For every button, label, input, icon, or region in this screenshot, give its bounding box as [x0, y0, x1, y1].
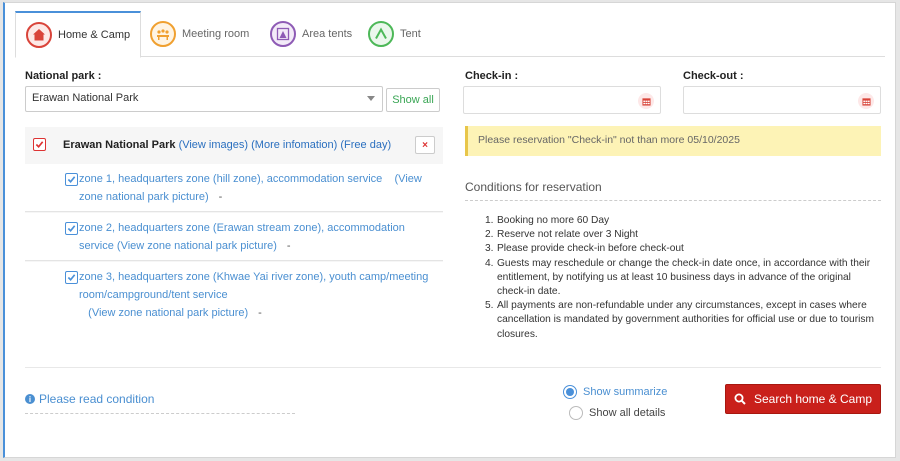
checkin-notice: Please reservation "Check-in" not than m…	[465, 126, 881, 156]
conditions-list: 1. Booking no more 60 Day 2. Reserve not r…	[485, 214, 881, 342]
condition-item: 5. All payments are non-refundable under …	[485, 300, 874, 340]
condition-item: 2. Reserve not relate over 3 Night	[485, 229, 638, 241]
park-list: Erawan National Park (View images) (More…	[25, 127, 443, 325]
zone-text: zone 2, headquarters zone (Erawan stream…	[63, 219, 431, 255]
zone-item: zone 1, headquarters zone (hill zone), a…	[25, 164, 443, 212]
zone-dash: -	[218, 191, 223, 203]
zone-item: zone 2, headquarters zone (Erawan stream…	[25, 213, 443, 261]
view-images-link[interactable]: (View images)	[179, 139, 249, 151]
radio-selected[interactable]	[563, 385, 577, 399]
tab-tent[interactable]: Tent	[358, 11, 431, 57]
home-icon	[26, 22, 52, 48]
search-button-label: Search home & Camp	[753, 392, 873, 406]
checkin-field[interactable]	[463, 86, 661, 114]
tab-label: Tent	[400, 28, 421, 40]
read-condition-underline	[25, 413, 295, 414]
condition-item: 3. Please provide check-in before check-o…	[485, 243, 684, 255]
national-park-value: Erawan National Park	[32, 92, 139, 104]
zone-checkbox[interactable]	[65, 271, 78, 284]
calendar-icon[interactable]	[858, 93, 874, 109]
park-checkbox[interactable]	[33, 138, 46, 151]
tab-bar: Home & Camp Meeting room Area tents Tent	[15, 11, 885, 58]
national-park-label: National park :	[25, 70, 102, 82]
park-name: Erawan National Park	[63, 139, 176, 151]
conditions-divider	[465, 200, 881, 201]
conditions-title: Conditions for reservation	[465, 180, 602, 194]
zone-name: zone 3, headquarters zone (Khwae Yai riv…	[79, 271, 429, 301]
national-park-select[interactable]: Erawan National Park	[25, 86, 383, 112]
footer-divider	[25, 367, 881, 368]
show-all-button[interactable]: Show all	[386, 88, 440, 112]
checkout-field[interactable]	[683, 86, 881, 114]
close-icon: ×	[422, 139, 428, 151]
show-all-details-label: Show all details	[589, 407, 666, 419]
tab-label: Meeting room	[182, 28, 250, 40]
checkin-label: Check-in :	[465, 70, 519, 82]
remove-park-button[interactable]: ×	[415, 136, 435, 154]
tab-home-camp[interactable]: Home & Camp	[15, 11, 142, 58]
park-header: Erawan National Park (View images) (More…	[25, 127, 443, 163]
tab-area-tents[interactable]: Area tents	[260, 11, 362, 57]
zone-dash: -	[286, 240, 291, 252]
zone-item: zone 3, headquarters zone (Khwae Yai riv…	[25, 262, 443, 325]
search-button[interactable]: Search home & Camp	[725, 384, 881, 414]
tab-meeting-room[interactable]: Meeting room	[140, 11, 259, 57]
radio-unselected[interactable]	[569, 406, 583, 420]
zone-text: zone 3, headquarters zone (Khwae Yai riv…	[63, 268, 431, 322]
calendar-icon[interactable]	[638, 93, 654, 109]
zone-checkbox[interactable]	[65, 173, 78, 186]
checkout-label: Check-out :	[683, 70, 744, 82]
meeting-icon	[150, 21, 176, 47]
read-condition-label: Please read condition	[39, 392, 155, 406]
chevron-down-icon	[367, 96, 375, 101]
free-day-link[interactable]: (Free day)	[340, 139, 391, 151]
zone-picture-link[interactable]: (View zone national park picture)	[88, 307, 248, 319]
park-title: Erawan National Park (View images) (More…	[63, 139, 391, 151]
tab-label: Home & Camp	[58, 29, 131, 41]
condition-item: 1. Booking no more 60 Day	[485, 215, 610, 226]
info-icon: i	[25, 394, 35, 404]
zone-picture-link[interactable]: (View zone national park picture)	[117, 240, 277, 252]
condition-item: 4. Guests may reschedule or change the ch…	[485, 257, 871, 298]
tab-label: Area tents	[302, 28, 353, 40]
reservation-panel: Home & Camp Meeting room Area tents Tent…	[3, 2, 896, 458]
search-icon	[734, 393, 746, 405]
zone-checkbox[interactable]	[65, 222, 78, 235]
more-info-link[interactable]: (More infomation)	[251, 139, 337, 151]
show-all-details-option[interactable]: Show all details	[569, 406, 665, 420]
tent-icon	[368, 21, 394, 47]
zone-text: zone 1, headquarters zone (hill zone), a…	[63, 170, 431, 206]
zone-name: zone 1, headquarters zone (hill zone), a…	[79, 173, 383, 185]
zone-dash: -	[258, 307, 262, 319]
tent-area-icon	[270, 21, 296, 47]
show-summarize-option[interactable]: Show summarize	[563, 385, 667, 399]
read-condition-link[interactable]: i Please read condition	[25, 392, 154, 406]
show-summarize-label: Show summarize	[583, 386, 668, 398]
